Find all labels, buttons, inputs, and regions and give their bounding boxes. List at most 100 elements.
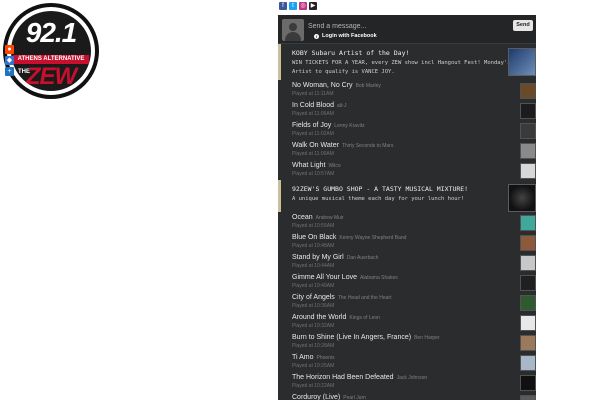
instagram-icon[interactable]: ◎ [299, 2, 307, 10]
song-title[interactable]: Blue On Black Kenny Wayne Shepherd Band [292, 234, 406, 241]
song-row[interactable]: Ocean Andrew Muir Played at 10:55AM [278, 212, 536, 232]
delicious-icon[interactable]: ◆ [5, 56, 14, 65]
promo-bar [278, 180, 281, 212]
social-links: f t ◎ ▶ [279, 2, 317, 10]
share-bar: ● ◆ + [5, 45, 15, 78]
facebook-login-link[interactable]: f Login with Facebook [314, 33, 377, 39]
song-artist: Dan Auerbach [346, 255, 379, 261]
album-art [520, 315, 536, 331]
song-row[interactable]: Around the World Kings of Leon Played at 1… [278, 312, 536, 332]
song-row[interactable]: Blue On Black Kenny Wayne Shepherd Band Pl… [278, 232, 536, 252]
played-time: Played at 10:48AM [292, 243, 335, 249]
song-row[interactable]: What Light Wilco Played at 10:57AM [278, 160, 536, 180]
facebook-icon: f [314, 33, 319, 39]
song-title[interactable]: What Light Wilco [292, 162, 341, 169]
song-title[interactable]: Corduroy (Live) Pearl Jam [292, 394, 366, 400]
station-logo[interactable]: 92.1 ATHENS ALTERNATIVE THE ZEW [3, 3, 99, 99]
addthis-icon[interactable]: + [5, 67, 14, 76]
song-row[interactable]: Corduroy (Live)Pearl JamPlayed at 10:18A… [278, 392, 536, 400]
song-artist: Wilco [328, 163, 341, 169]
album-art [520, 163, 536, 179]
promo-title: 92ZEW'S GUMBO SHOP - A TASTY MUSICAL MIX… [292, 185, 469, 193]
album-art [520, 295, 536, 311]
song-artist: Jack Johnson [396, 375, 428, 381]
album-art [520, 255, 536, 271]
album-art [520, 103, 536, 119]
song-title[interactable]: Burn to Shine (Live In Angers, France) Be… [292, 334, 440, 341]
song-artist: Kings of Leon [349, 315, 380, 321]
send-button[interactable]: Send [513, 20, 533, 31]
played-time: Played at 11:11AM [292, 91, 334, 97]
promo-image [508, 184, 536, 212]
promo-artist-of-day[interactable]: KOBY Subaru Artist of the Day! WIN TICKE… [278, 44, 536, 80]
song-artist: Andrew Muir [315, 215, 344, 221]
facebook-icon[interactable]: f [279, 2, 287, 10]
album-art [520, 83, 536, 99]
reddit-icon[interactable]: ● [5, 45, 14, 54]
song-title[interactable]: In Cold Blood alt-J [292, 102, 346, 109]
album-art [520, 355, 536, 371]
played-time: Played at 11:02AM [292, 131, 334, 137]
song-row[interactable]: Stand by My Girl Dan Auerbach Played at 10… [278, 252, 536, 272]
song-row[interactable]: No Woman, No Cry Bob Marley Played at 11:1… [278, 80, 536, 100]
song-title[interactable]: Around the World Kings of Leon [292, 314, 380, 321]
song-artist: Ben Harper [414, 335, 440, 341]
song-row[interactable]: Burn to Shine (Live In Angers, France) Be… [278, 332, 536, 352]
song-title[interactable]: Ti Amo Phoenix [292, 354, 335, 361]
song-title[interactable]: Stand by My Girl Dan Auerbach [292, 254, 378, 261]
song-title[interactable]: No Woman, No Cry Bob Marley [292, 82, 381, 89]
message-composer: Send f Login with Facebook [278, 15, 536, 44]
song-row[interactable]: The Horizon Had Been Defeated Jack Johnso… [278, 372, 536, 392]
album-art [520, 375, 536, 391]
song-row[interactable]: City of Angels The Head and the Heart Play… [278, 292, 536, 312]
song-artist: Kenny Wayne Shepherd Band [339, 235, 407, 241]
album-art [520, 143, 536, 159]
song-artist: Phoenix [316, 355, 335, 361]
album-art [520, 215, 536, 231]
played-time: Played at 10:57AM [292, 171, 335, 177]
promo-text: A unique musical theme each day for your… [292, 196, 465, 202]
song-row[interactable]: Ti Amo Phoenix Played at 10:25AM [278, 352, 536, 372]
song-title[interactable]: Fields of Joy Lenny Kravitz [292, 122, 365, 129]
album-art [520, 275, 536, 291]
user-avatar [282, 19, 304, 41]
song-artist: The Head and the Heart [337, 295, 392, 301]
playlist-feed[interactable]: KOBY Subaru Artist of the Day! WIN TICKE… [278, 44, 536, 400]
song-artist: Alabama Shakes [359, 275, 398, 281]
album-art [520, 123, 536, 139]
song-title[interactable]: The Horizon Had Been Defeated Jack Johnso… [292, 374, 427, 381]
message-input[interactable] [308, 20, 508, 32]
album-art [520, 395, 536, 400]
played-time: Played at 11:06AM [292, 111, 334, 117]
twitter-icon[interactable]: t [289, 2, 297, 10]
song-row[interactable]: Walk On Water Thirty Seconds to Mars Playe… [278, 140, 536, 160]
promo-text: WIN TICKETS FOR A YEAR, every ZEW show i… [292, 60, 511, 75]
song-title[interactable]: Ocean Andrew Muir [292, 214, 344, 221]
youtube-icon[interactable]: ▶ [309, 2, 317, 10]
promo-image [508, 48, 536, 76]
played-time: Played at 10:44AM [292, 263, 335, 269]
played-time: Played at 10:32AM [292, 323, 335, 329]
album-art [520, 335, 536, 351]
promo-title: KOBY Subaru Artist of the Day! [292, 49, 410, 57]
song-artist: Lenny Kravitz [334, 123, 365, 129]
facebook-login-label: Login with Facebook [322, 33, 377, 39]
promo-gumbo-shop[interactable]: 92ZEW'S GUMBO SHOP - A TASTY MUSICAL MIX… [278, 180, 536, 212]
song-title[interactable]: City of Angels The Head and the Heart [292, 294, 391, 301]
song-row[interactable]: Gimme All Your Love Alabama Shakes Played … [278, 272, 536, 292]
played-time: Played at 10:40AM [292, 283, 335, 289]
promo-bar [278, 44, 281, 80]
song-artist: Pearl Jam [343, 395, 366, 400]
song-row[interactable]: Fields of Joy Lenny Kravitz Played at 11:0… [278, 120, 536, 140]
logo-inner: 92.1 ATHENS ALTERNATIVE THE ZEW [11, 11, 91, 91]
now-playing-panel: Send f Login with Facebook KOBY Subaru A… [278, 15, 536, 400]
song-artist: Bob Marley [355, 83, 381, 89]
played-time: Played at 11:00AM [292, 151, 334, 157]
played-time: Played at 10:28AM [292, 343, 335, 349]
played-time: Played at 10:36AM [292, 303, 335, 309]
logo-name: ZEW [25, 63, 77, 90]
song-row[interactable]: In Cold Blood alt-J Played at 11:06AM [278, 100, 536, 120]
song-title[interactable]: Walk On Water Thirty Seconds to Mars [292, 142, 393, 149]
album-art [520, 235, 536, 251]
song-title[interactable]: Gimme All Your Love Alabama Shakes [292, 274, 398, 281]
